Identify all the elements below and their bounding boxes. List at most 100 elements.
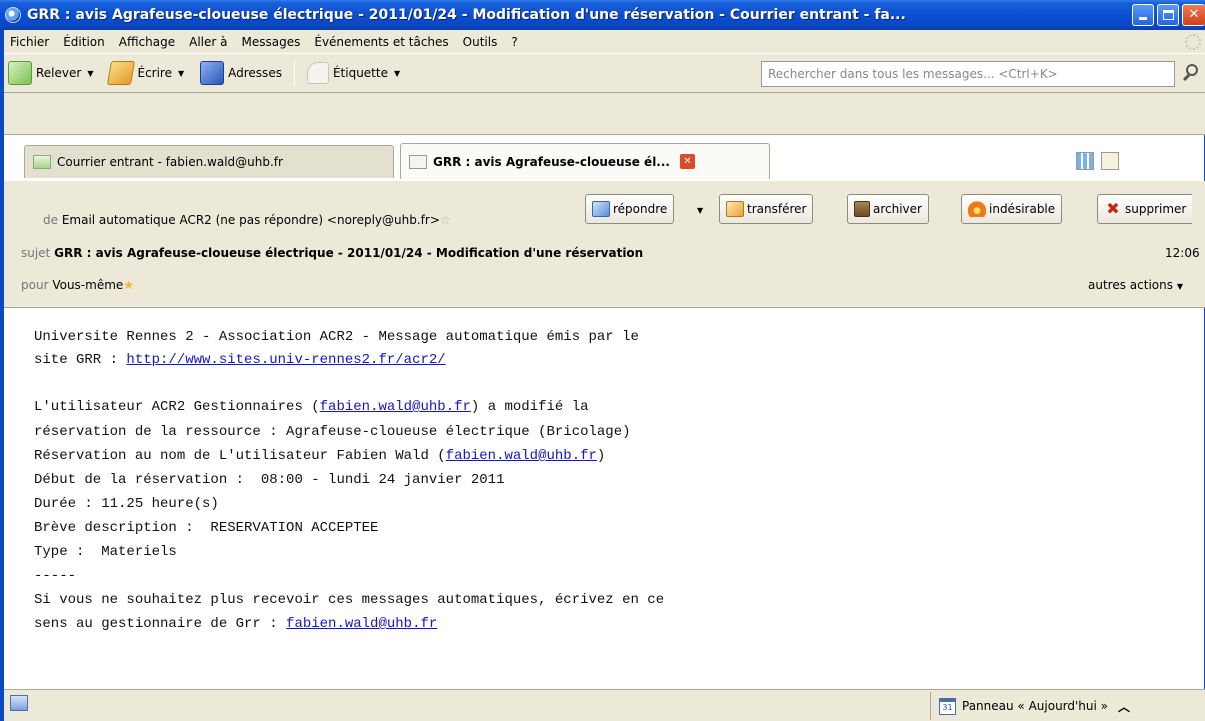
menu-messages[interactable]: Messages — [235, 35, 308, 49]
body-text: sens au gestionnaire de Grr : — [34, 616, 287, 632]
get-mail-button[interactable]: Relever ▼ — [4, 58, 97, 88]
body-line: Si vous ne souhaitez plus recevoir ces m… — [34, 592, 665, 608]
more-actions-label: autres actions — [1088, 278, 1173, 292]
calendar-tab-icon[interactable] — [1101, 152, 1119, 170]
reply-button[interactable]: répondre — [585, 194, 675, 224]
tab-inbox[interactable]: Courrier entrant - fabien.wald@uhb.fr — [24, 145, 394, 178]
address-book-icon — [200, 61, 225, 85]
junk-flame-icon — [968, 201, 986, 217]
forward-button[interactable]: transférer — [719, 194, 814, 224]
delete-x-icon: ✖ — [1106, 199, 1120, 218]
body-line: Réservation au nom de L'utilisateur Fabi… — [34, 448, 605, 464]
reply-dropdown-icon[interactable]: ▼ — [697, 206, 703, 215]
calendar-icon: 31 — [939, 697, 956, 715]
archive-label: archiver — [873, 202, 922, 216]
body-text: L'utilisateur ACR2 Gestionnaires ( — [34, 399, 320, 415]
body-line: ----- — [34, 568, 77, 584]
email-link[interactable]: fabien.wald@uhb.fr — [286, 616, 437, 632]
search-icon[interactable] — [1182, 63, 1202, 83]
tab-inbox-label: Courrier entrant - fabien.wald@uhb.fr — [57, 155, 283, 169]
write-icon — [107, 61, 136, 85]
menu-edition[interactable]: Édition — [56, 35, 112, 49]
tab-bar — [4, 93, 1205, 135]
write-dropdown-icon[interactable]: ▼ — [178, 69, 184, 78]
body-text: ) a modifié la — [470, 399, 589, 415]
tag-label: Étiquette — [332, 66, 388, 80]
maximize-button[interactable] — [1157, 4, 1179, 26]
star-icon[interactable]: ☆ — [440, 213, 451, 227]
from-value[interactable]: Email automatique ACR2 (ne pas répondre)… — [62, 213, 440, 227]
archive-icon — [854, 201, 870, 217]
thunderbird-app-icon[interactable] — [5, 7, 21, 23]
menu-evenements[interactable]: Événements et tâches — [307, 35, 455, 49]
acr2-site-link[interactable]: http://www.sites.univ-rennes2.fr/acr2/ — [126, 352, 445, 368]
body-line: site GRR : http://www.sites.univ-rennes2… — [34, 352, 446, 368]
offline-status-icon[interactable] — [10, 695, 28, 711]
envelope-icon — [409, 154, 427, 169]
get-mail-dropdown-icon[interactable]: ▼ — [87, 69, 93, 78]
main-toolbar: Relever ▼ Écrire ▼ Adresses Étiquette ▼ … — [4, 53, 1205, 93]
maximize-icon — [1163, 10, 1174, 20]
activity-throbber-icon — [1185, 34, 1201, 50]
write-label: Écrire — [137, 66, 172, 80]
archive-button[interactable]: archiver — [847, 194, 929, 224]
header-subject: sujet GRR : avis Agrafeuse-cloueuse élec… — [21, 246, 643, 260]
email-link[interactable]: fabien.wald@uhb.fr — [320, 399, 471, 415]
search-input[interactable]: Rechercher dans tous les messages... <Ct… — [761, 61, 1175, 87]
menu-outils[interactable]: Outils — [456, 35, 505, 49]
address-book-button[interactable]: Adresses — [196, 58, 286, 88]
tag-dropdown-icon: ▼ — [393, 68, 401, 78]
reply-label: répondre — [613, 202, 668, 216]
subject-value: GRR : avis Agrafeuse-cloueuse électrique… — [54, 246, 644, 260]
body-line: sens au gestionnaire de Grr : fabien.wal… — [34, 616, 437, 632]
body-line: L'utilisateur ACR2 Gestionnaires (fabien… — [34, 399, 589, 415]
menu-bar: Fichier Édition Affichage Aller à Messag… — [4, 30, 1205, 53]
today-pane-label: Panneau « Aujourd'hui » — [962, 699, 1109, 713]
minimize-button[interactable] — [1132, 4, 1154, 26]
delete-button[interactable]: ✖ supprimer — [1097, 194, 1193, 224]
address-book-label: Adresses — [228, 66, 282, 80]
close-window-button[interactable]: ✕ — [1182, 4, 1205, 26]
write-button[interactable]: Écrire ▼ — [105, 58, 188, 88]
body-line: Début de la réservation : 08:00 - lundi … — [34, 472, 505, 488]
inbox-icon — [33, 155, 51, 169]
menu-affichage[interactable]: Affichage — [112, 35, 182, 49]
layout-view-icon[interactable] — [1076, 152, 1094, 170]
reply-icon — [592, 201, 610, 217]
body-line: réservation de la ressource : Agrafeuse-… — [34, 424, 631, 440]
email-link[interactable]: fabien.wald@uhb.fr — [446, 448, 597, 464]
menu-fichier[interactable]: Fichier — [4, 35, 56, 49]
body-line: Type : Materiels — [34, 544, 177, 560]
star-icon[interactable]: ★ — [123, 278, 134, 292]
tab-message-label: GRR : avis Agrafeuse-cloueuse él... — [433, 154, 670, 169]
menu-aller-a[interactable]: Aller à — [182, 35, 234, 49]
header-time: 12:06 — [1165, 246, 1200, 260]
subject-label: sujet — [21, 246, 51, 260]
chevron-up-icon: ︿ — [1118, 699, 1131, 714]
junk-label: indésirable — [989, 202, 1056, 216]
get-mail-label: Relever — [36, 66, 82, 80]
header-from: de Email automatique ACR2 (ne pas répond… — [43, 213, 451, 227]
close-tab-icon[interactable]: ✕ — [679, 154, 695, 169]
body-line: Durée : 11.25 heure(s) — [34, 496, 219, 512]
junk-button[interactable]: indésirable — [961, 194, 1063, 224]
body-text: site GRR : — [34, 352, 127, 368]
body-line: Universite Rennes 2 - Association ACR2 -… — [34, 329, 639, 345]
delete-label: supprimer — [1125, 202, 1187, 216]
tag-icon — [306, 62, 329, 84]
tag-button[interactable]: Étiquette ▼ — [303, 58, 404, 88]
search-placeholder: Rechercher dans tous les messages... <Ct… — [768, 67, 1058, 81]
title-bar: GRR : avis Agrafeuse-cloueuse électrique… — [0, 0, 1205, 30]
to-value[interactable]: Vous-même — [52, 278, 123, 292]
body-text: Réservation au nom de L'utilisateur Fabi… — [34, 448, 446, 464]
to-label: pour — [21, 278, 49, 292]
window-title: GRR : avis Agrafeuse-cloueuse électrique… — [27, 7, 906, 23]
header-to: pour Vous-même★ — [21, 278, 134, 292]
chevron-down-icon: ▼ — [1176, 282, 1183, 291]
menu-aide[interactable]: ? — [504, 35, 524, 49]
body-line: Brève description : RESERVATION ACCEPTEE — [34, 520, 379, 536]
tab-message[interactable]: GRR : avis Agrafeuse-cloueuse él... ✕ — [400, 143, 770, 179]
get-mail-icon — [8, 61, 32, 85]
today-pane-toggle[interactable]: 31 Panneau « Aujourd'hui » ︿ — [930, 692, 1205, 720]
more-actions-button[interactable]: autres actions ▼ — [1088, 278, 1183, 292]
